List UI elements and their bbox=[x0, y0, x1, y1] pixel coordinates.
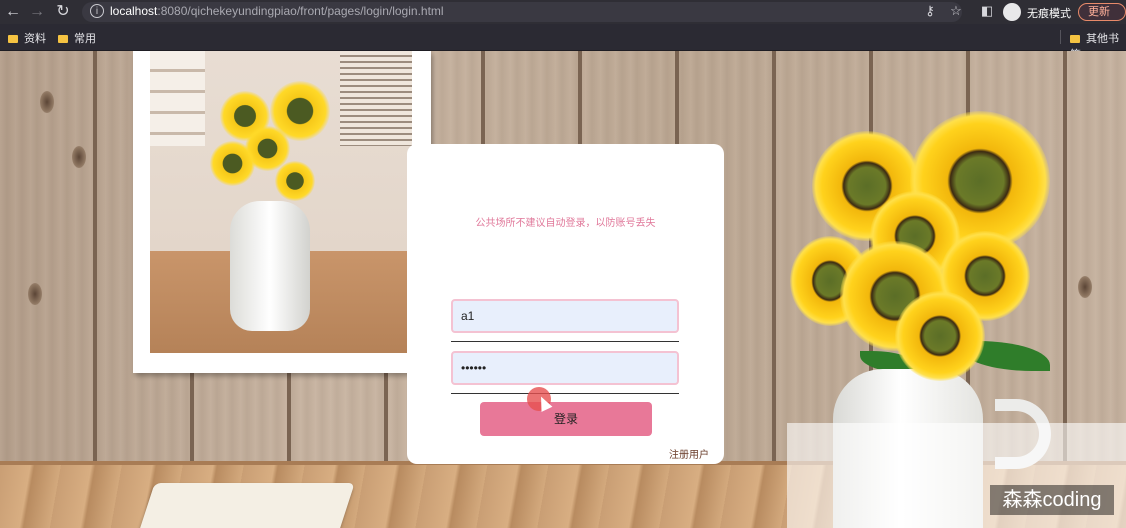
password-underline bbox=[451, 393, 679, 394]
bookmark-folder[interactable]: 常用 bbox=[58, 30, 96, 46]
password-field[interactable] bbox=[451, 351, 679, 385]
login-button[interactable]: 登录 bbox=[480, 402, 652, 436]
username-input[interactable] bbox=[461, 307, 661, 325]
sunflower bbox=[275, 161, 315, 201]
key-icon[interactable]: ⚷ bbox=[922, 3, 938, 19]
incognito-label: 无痕模式 bbox=[1027, 8, 1071, 20]
painting-vase bbox=[230, 201, 310, 331]
folder-icon bbox=[8, 35, 18, 43]
bookmarks-bar: 资料 常用 其他书签 bbox=[0, 24, 1126, 61]
reload-icon[interactable]: ↻ bbox=[54, 3, 72, 21]
username-field[interactable] bbox=[451, 299, 679, 333]
star-icon[interactable]: ☆ bbox=[948, 3, 964, 19]
folder-icon bbox=[58, 35, 68, 43]
painting-window bbox=[150, 51, 205, 146]
address-bar[interactable]: i localhost:8080/qichekeyundingpiao/fron… bbox=[82, 2, 962, 22]
wood-knot bbox=[28, 283, 42, 305]
sunflower bbox=[895, 291, 985, 381]
login-tip: 公共场所不建议自动登录，以防账号丢失 bbox=[475, 218, 656, 229]
bookmark-folder[interactable]: 资料 bbox=[8, 30, 46, 46]
forward-icon[interactable]: → bbox=[28, 3, 46, 21]
username-underline bbox=[451, 341, 679, 342]
login-form: 公共场所不建议自动登录，以防账号丢失 登录 注册用户 bbox=[407, 144, 724, 464]
open-book bbox=[135, 483, 355, 528]
wood-knot bbox=[72, 146, 86, 168]
update-button[interactable]: 更新 bbox=[1078, 3, 1126, 21]
sidebar-icon[interactable]: ◧ bbox=[979, 3, 995, 19]
password-input[interactable] bbox=[461, 359, 661, 377]
url-text: localhost:8080/qichekeyundingpiao/front/… bbox=[110, 4, 444, 18]
info-icon[interactable]: i bbox=[90, 4, 104, 18]
sunflower bbox=[210, 141, 255, 186]
incognito-icon[interactable] bbox=[1003, 3, 1021, 21]
back-icon[interactable]: ← bbox=[4, 3, 22, 21]
register-link[interactable]: 注册用户 bbox=[669, 446, 709, 461]
browser-toolbar: ← → ↻ i localhost:8080/qichekeyundingpia… bbox=[0, 0, 1126, 24]
folder-icon bbox=[1070, 35, 1080, 43]
wood-knot bbox=[40, 91, 54, 113]
watermark: 森森coding bbox=[990, 485, 1114, 515]
painting-shutter bbox=[340, 51, 412, 146]
bookmark-divider bbox=[1060, 30, 1061, 44]
wood-knot bbox=[1078, 276, 1092, 298]
painting bbox=[150, 51, 412, 353]
